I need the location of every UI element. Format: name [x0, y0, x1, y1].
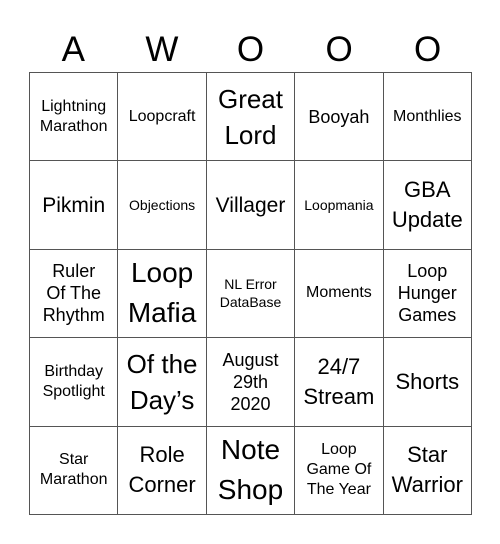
bingo-cell[interactable]: Loop Hunger Games — [383, 249, 472, 339]
header-letter-4: O — [325, 30, 353, 69]
bingo-cell-text: Loopcraft — [128, 107, 196, 125]
bingo-cell[interactable]: Note Shop — [206, 426, 296, 515]
bingo-header: A W O O O — [29, 28, 472, 72]
header-letter-5: O — [414, 30, 442, 69]
bingo-cell-text: Monthlies — [393, 107, 462, 125]
bingo-cell-text: Loop Hunger Games — [397, 261, 457, 326]
bingo-cell[interactable]: Shorts — [383, 338, 472, 427]
bingo-cell-text: Great Lord — [217, 83, 283, 150]
bingo-cell-text: August 29th 2020 — [222, 349, 279, 414]
bingo-cell-text: Note Shop — [217, 434, 284, 506]
bingo-cell[interactable]: Loopcraft — [118, 73, 207, 162]
bingo-cell[interactable]: Objections — [118, 161, 207, 250]
bingo-cell-text: Star Warrior — [391, 442, 463, 498]
bingo-cell-text: Villager — [215, 193, 286, 217]
bingo-cell[interactable]: Villager — [206, 161, 296, 250]
bingo-cell[interactable]: Loopmania — [295, 161, 384, 250]
bingo-cell[interactable]: August 29th 2020 — [206, 338, 296, 427]
bingo-cell[interactable]: Star Warrior — [383, 426, 472, 515]
bingo-cell[interactable]: Monthlies — [383, 73, 472, 162]
bingo-cell[interactable]: NL Error DataBase — [206, 249, 296, 339]
bingo-cell-text: Of the Day’s — [126, 348, 198, 415]
bingo-cell-text: Moments — [305, 284, 372, 302]
bingo-cell-text: 24/7 Stream — [303, 353, 375, 409]
bingo-cell-text: Loop Mafia — [127, 257, 197, 329]
header-letter-1: A — [61, 30, 85, 69]
bingo-cell[interactable]: 24/7 Stream — [295, 338, 384, 427]
bingo-grid: Lightning Marathon Loopcraft Great Lord Boo… — [29, 72, 472, 515]
bingo-cell-text: Booyah — [308, 106, 370, 127]
bingo-cell[interactable]: Pikmin — [30, 161, 119, 250]
bingo-cell[interactable]: Birthday Spotlight — [30, 338, 119, 427]
bingo-cell[interactable]: Role Corner — [118, 426, 207, 515]
bingo-cell[interactable]: GBA Update — [383, 161, 472, 250]
bingo-cell[interactable]: Star Marathon — [30, 426, 119, 515]
bingo-cell-text: Lightning Marathon — [39, 97, 108, 135]
bingo-cell-text: Shorts — [395, 368, 460, 394]
bingo-cell-text: Loopmania — [304, 197, 374, 214]
bingo-cell[interactable]: Moments — [295, 249, 384, 339]
bingo-cell-text: Birthday Spotlight — [42, 362, 105, 400]
bingo-cell[interactable]: Lightning Marathon — [30, 73, 119, 162]
bingo-cell-text: NL Error DataBase — [219, 276, 282, 311]
bingo-cell-text: Loop Game Of The Year — [306, 441, 372, 499]
header-letter-3: O — [236, 30, 265, 69]
bingo-cell[interactable]: Ruler Of The Rhythm — [30, 249, 119, 339]
bingo-cell[interactable]: Of the Day’s — [118, 338, 207, 427]
bingo-cell-text: Objections — [129, 197, 196, 214]
bingo-cell[interactable]: Great Lord — [206, 73, 296, 162]
bingo-cell[interactable]: Booyah — [295, 73, 384, 162]
bingo-cell[interactable]: Loop Game Of The Year — [295, 426, 384, 515]
bingo-cell-text: Pikmin — [42, 193, 106, 217]
bingo-cell[interactable]: Loop Mafia — [118, 249, 207, 339]
bingo-cell-text: Star Marathon — [39, 451, 108, 489]
bingo-cell-text: GBA Update — [391, 177, 463, 233]
bingo-cell-text: Role Corner — [128, 442, 196, 498]
bingo-cell-text: Ruler Of The Rhythm — [42, 261, 105, 326]
header-letter-2: W — [145, 30, 179, 69]
